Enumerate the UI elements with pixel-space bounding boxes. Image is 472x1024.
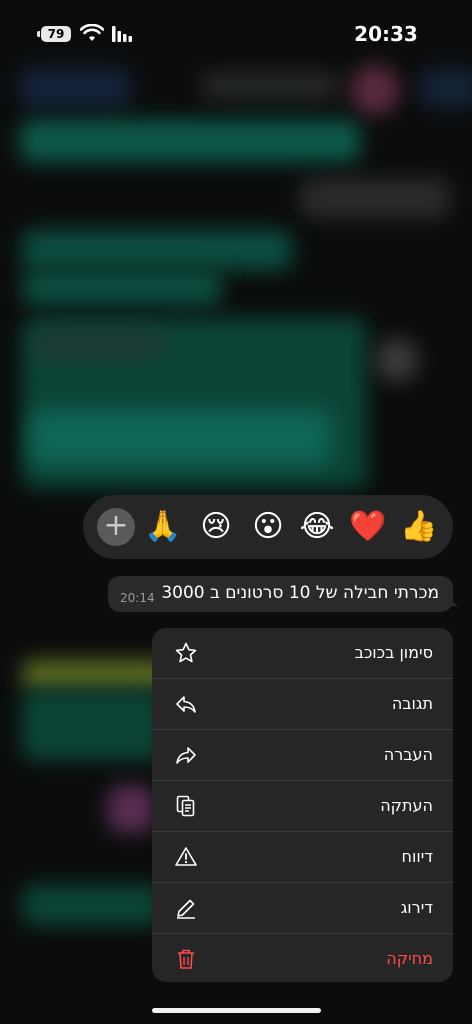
menu-item-label: דירוג [400, 898, 433, 917]
status-time: 20:33 [354, 22, 418, 46]
reaction-laugh[interactable]: 😂 [297, 507, 337, 547]
cellular-signal-icon [112, 26, 132, 42]
menu-item-label: תגובה [391, 694, 433, 713]
menu-item-reply[interactable]: תגובה [152, 679, 453, 730]
menu-item-label: סימון בכוכב [354, 643, 433, 662]
reaction-bar: + 🙏 😢 😮 😂 ❤️ 👍 [83, 495, 453, 559]
reaction-heart[interactable]: ❤️ [348, 507, 388, 547]
battery-tip [37, 31, 40, 37]
message-context-menu: סימון בכוכב תגובה העברה העתקה דיווח דירו… [152, 628, 453, 982]
menu-item-label: דיווח [401, 847, 433, 866]
menu-item-label: העתקה [380, 796, 433, 815]
star-icon [175, 642, 197, 663]
reaction-thumbs-up[interactable]: 👍 [399, 507, 439, 547]
copy-icon [176, 795, 195, 817]
forward-icon [176, 747, 196, 764]
menu-item-delete[interactable]: מחיקה [152, 934, 453, 982]
add-reaction-button[interactable]: + [97, 508, 135, 546]
menu-item-report[interactable]: דיווח [152, 832, 453, 883]
menu-item-star[interactable]: סימון בכוכב [152, 628, 453, 679]
home-indicator[interactable] [152, 1008, 321, 1013]
reply-icon [176, 696, 196, 713]
reaction-pray[interactable]: 🙏 [143, 507, 183, 547]
message-bubble[interactable]: 20:14 מכרתי חבילה של 10 סרטונים ב 3000 [108, 576, 453, 612]
menu-item-rate[interactable]: דירוג [152, 883, 453, 934]
message-text: מכרתי חבילה של 10 סרטונים ב 3000 [161, 583, 439, 603]
trash-icon [178, 949, 194, 969]
wifi-icon [80, 24, 104, 41]
reaction-cry[interactable]: 😢 [196, 507, 236, 547]
menu-item-forward[interactable]: העברה [152, 730, 453, 781]
reaction-wow[interactable]: 😮 [248, 507, 288, 547]
menu-item-label: העברה [383, 745, 433, 764]
status-bar: 79 20:33 [0, 0, 472, 70]
battery-indicator: 79 [41, 26, 71, 42]
menu-item-label: מחיקה [386, 949, 433, 968]
bubble-tail [448, 598, 458, 606]
menu-item-copy[interactable]: העתקה [152, 781, 453, 832]
message-time: 20:14 [120, 591, 155, 605]
pencil-icon [177, 899, 195, 919]
warning-icon [175, 847, 197, 866]
